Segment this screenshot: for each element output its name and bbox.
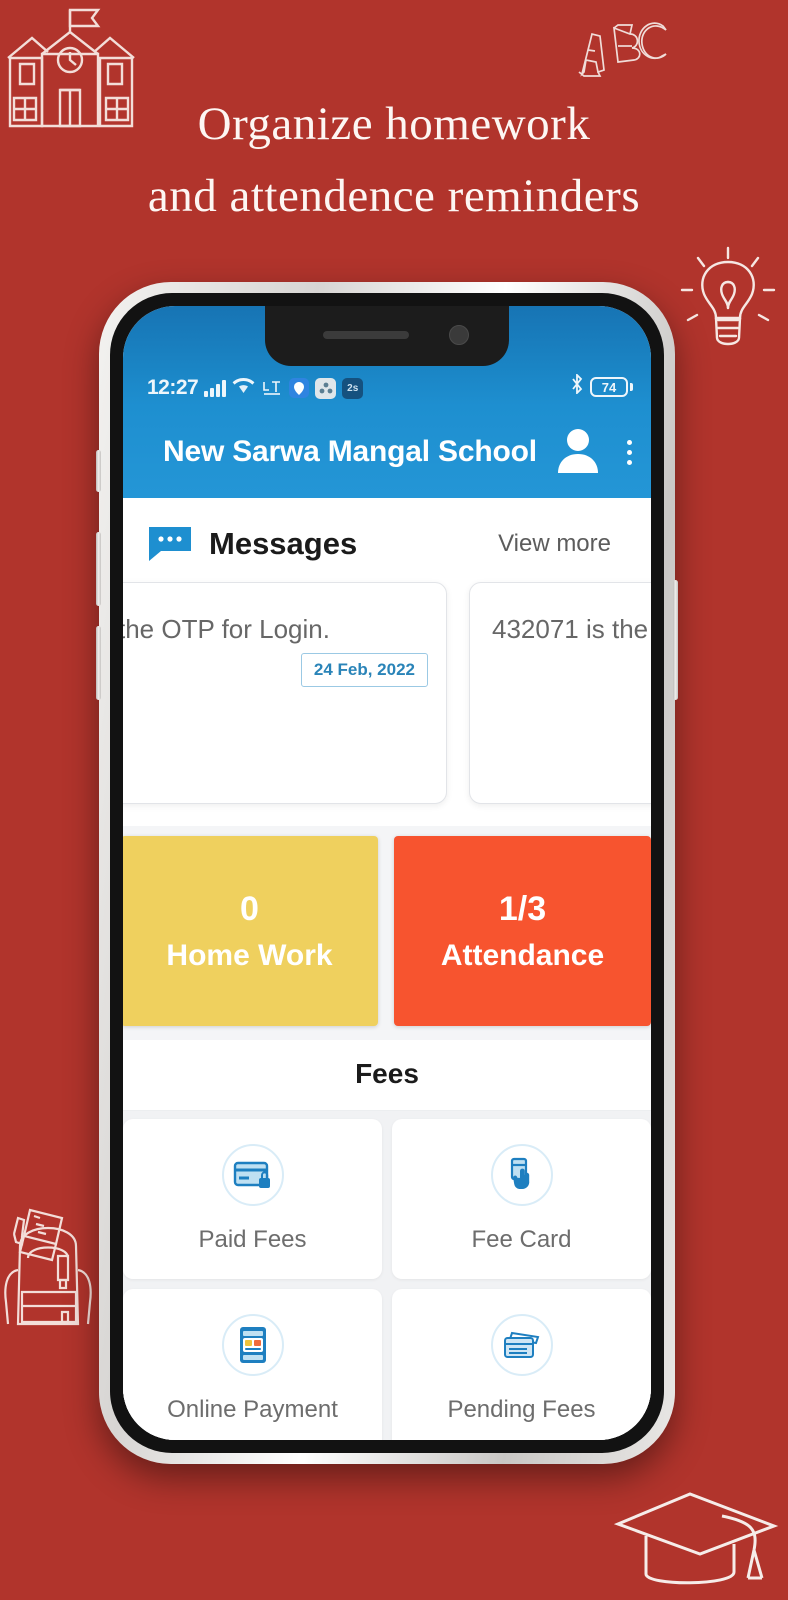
front-camera	[449, 325, 469, 345]
attendance-label: Attendance	[440, 938, 605, 972]
battery-tip	[630, 383, 633, 391]
earpiece-speaker	[323, 331, 409, 339]
phone-power-button[interactable]	[673, 580, 678, 700]
fee-item-label: Fee Card	[471, 1226, 572, 1253]
message-date-chip: 24 Feb, 2022	[300, 653, 428, 687]
location-pin-icon	[289, 378, 310, 398]
fee-item-fee-card[interactable]: Fee Card	[392, 1119, 651, 1279]
home-work-value: 0	[240, 889, 259, 928]
phone-volume-down-button[interactable]	[96, 626, 101, 700]
app-notification-icon-2: 2s	[342, 377, 364, 399]
message-text: the OTP for Login.	[123, 614, 330, 644]
app-notification-icon-1	[315, 377, 337, 399]
graduation-cap-icon	[612, 1478, 788, 1600]
messages-header: Messages View more	[123, 514, 651, 576]
page-title: Organize homework and attendence reminde…	[0, 88, 788, 232]
fee-item-pending-fees[interactable]: Pending Fees	[392, 1289, 651, 1440]
messages-title: Messages	[209, 526, 358, 561]
messages-carousel[interactable]: the OTP for Login. 24 Feb, 2022 432071 i…	[123, 576, 651, 826]
fees-section-title: Fees	[123, 1040, 651, 1111]
phone-bezel: 12:27 2s 74 New Sarwa Mangal School Mess…	[96, 282, 678, 1464]
chat-bubble-icon	[149, 527, 191, 561]
fee-item-label: Pending Fees	[447, 1396, 596, 1423]
backpack-icon	[0, 1196, 100, 1336]
hand-card-icon	[490, 1144, 553, 1206]
app-title: New Sarwa Mangal School	[163, 435, 537, 468]
app-content: Messages View more the OTP for Login. 24…	[123, 498, 651, 1440]
locked-card-icon	[221, 1144, 284, 1206]
phone-silent-switch[interactable]	[96, 450, 101, 492]
attendance-tile[interactable]: 1/3 Attendance	[394, 836, 651, 1026]
view-more-link[interactable]: View more	[498, 530, 625, 558]
person-icon[interactable]	[555, 425, 601, 480]
phone-screen: 12:27 2s 74 New Sarwa Mangal School Mess…	[123, 306, 651, 1440]
signal-bars-icon	[204, 379, 227, 397]
lte-icon	[261, 379, 283, 398]
message-text: 432071 is the	[492, 614, 649, 644]
kebab-menu-icon[interactable]	[619, 436, 640, 469]
fee-item-online-payment[interactable]: Online Payment	[123, 1289, 382, 1440]
stacked-cards-icon	[490, 1314, 553, 1376]
attendance-value: 1/3	[498, 889, 547, 928]
bluetooth-icon	[570, 372, 584, 400]
fee-item-paid-fees[interactable]: Paid Fees	[123, 1119, 382, 1279]
phone-mockup: 12:27 2s 74 New Sarwa Mangal School Mess…	[96, 282, 678, 1464]
home-work-tile[interactable]: 0 Home Work	[123, 836, 378, 1026]
status-time: 12:27	[147, 376, 199, 399]
messages-section: Messages View more the OTP for Login. 24…	[123, 498, 651, 826]
message-card[interactable]: 432071 is the	[469, 582, 651, 804]
battery-indicator: 74	[590, 377, 633, 397]
phone-inner-frame: 12:27 2s 74 New Sarwa Mangal School Mess…	[110, 293, 664, 1453]
message-card[interactable]: the OTP for Login. 24 Feb, 2022	[123, 582, 447, 804]
headline-line-2: and attendence reminders	[147, 170, 641, 222]
phone-notch	[265, 306, 509, 366]
battery-level: 74	[590, 377, 628, 397]
fee-item-label: Paid Fees	[198, 1226, 307, 1253]
headline-line-1: Organize homework	[197, 98, 591, 150]
fees-grid: Paid Fees Fee Card Online Payment Pendin…	[123, 1111, 651, 1440]
fee-item-label: Online Payment	[167, 1396, 338, 1423]
home-work-label: Home Work	[166, 938, 333, 972]
wifi-icon	[232, 376, 255, 400]
app-bar: New Sarwa Mangal School	[123, 406, 651, 498]
phone-volume-up-button[interactable]	[96, 532, 101, 606]
lightbulb-icon	[672, 238, 784, 354]
mobile-payment-icon	[221, 1314, 284, 1376]
summary-tiles: 0 Home Work 1/3 Attendance	[123, 826, 651, 1040]
abc-letters-icon	[562, 10, 674, 90]
